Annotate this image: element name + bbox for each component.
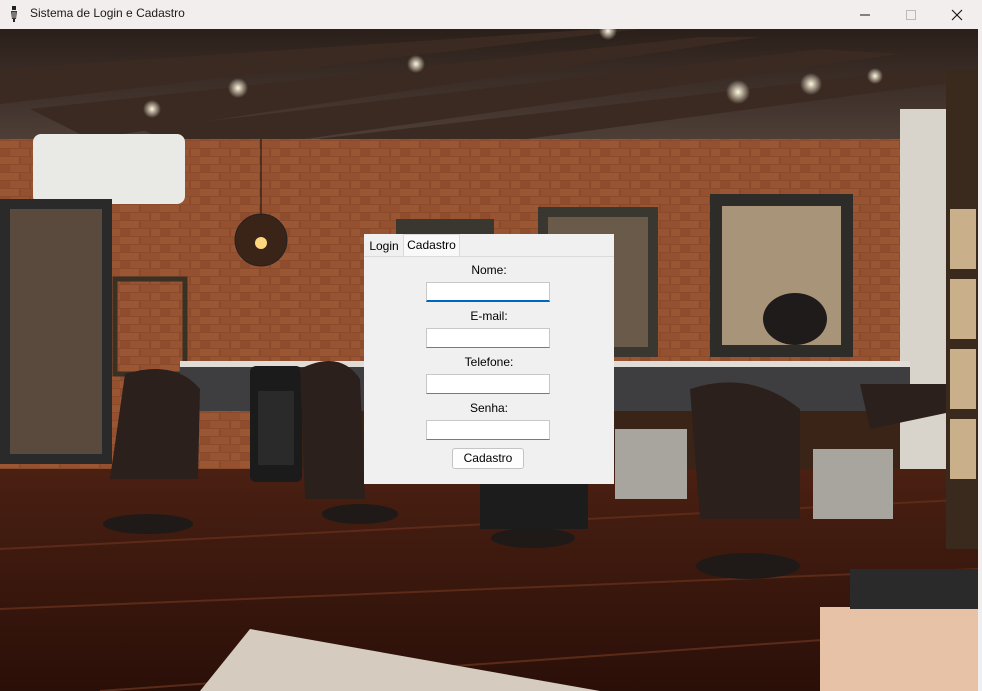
feather-icon	[7, 5, 21, 23]
name-field[interactable]	[426, 282, 550, 302]
name-label: Nome:	[471, 263, 507, 277]
minimize-button[interactable]	[842, 0, 888, 29]
title-bar: Sistema de Login e Cadastro	[0, 0, 982, 29]
registration-panel: Login Cadastro Nome: E-mail: Telefone: S…	[364, 234, 614, 484]
close-icon	[951, 9, 963, 21]
password-field[interactable]	[426, 420, 550, 440]
email-label: E-mail:	[470, 309, 508, 323]
maximize-icon	[906, 10, 916, 20]
window-title: Sistema de Login e Cadastro	[30, 6, 185, 20]
register-button[interactable]: Cadastro	[452, 448, 524, 469]
password-label: Senha:	[469, 401, 509, 415]
tab-cadastro[interactable]: Cadastro	[403, 234, 460, 256]
window-border	[978, 29, 982, 691]
phone-field[interactable]	[426, 374, 550, 394]
tab-bar: Login Cadastro	[364, 234, 614, 257]
close-button[interactable]	[934, 0, 980, 29]
email-field[interactable]	[426, 328, 550, 348]
tab-login[interactable]: Login	[365, 236, 403, 256]
phone-label: Telefone:	[464, 355, 514, 369]
minimize-icon	[860, 14, 870, 16]
maximize-button[interactable]	[888, 0, 934, 29]
